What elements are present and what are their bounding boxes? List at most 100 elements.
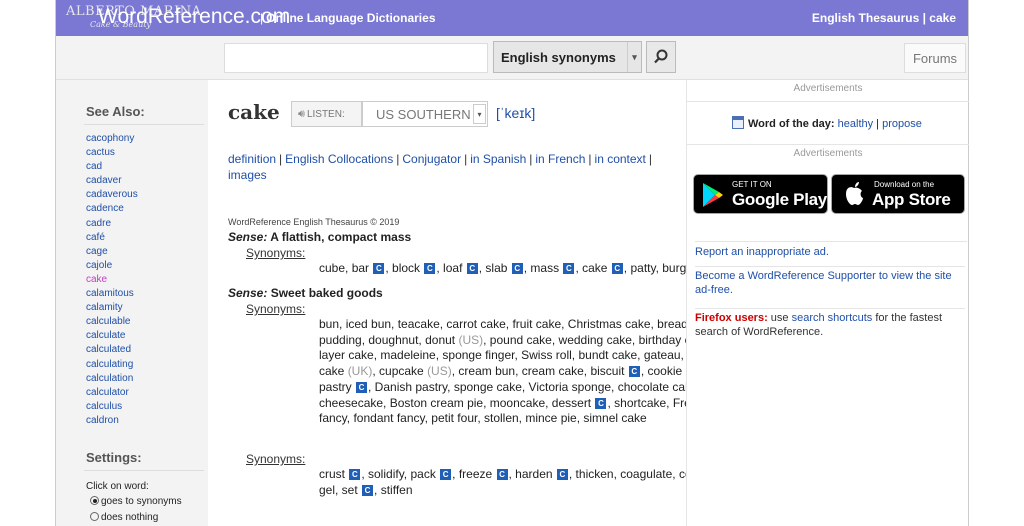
app-store-badge[interactable]: Download on the App Store [831,174,965,214]
thesaurus-word: cake [929,11,956,25]
divider [84,124,204,125]
synonym-list: crust C, solidify, pack C, freeze C, har… [319,467,725,497]
accent-select[interactable]: US SOUTHERN ▾ [362,101,488,127]
synonym-list: cube, bar C, block C, loaf C, slab C, ma… [319,261,697,275]
report-ad: Report an inappropriate ad. [695,241,967,258]
see-also-link[interactable]: calculate [86,330,125,341]
list-item: cad [86,160,138,174]
see-also-link[interactable]: cadence [86,203,124,214]
list-item: calculation [86,372,138,386]
see-also-link[interactable]: calculus [86,401,122,412]
see-also-link[interactable]: calculated [86,344,131,355]
search-input[interactable] [224,43,488,73]
thesaurus-credit: WordReference English Thesaurus © 2019 [228,217,400,227]
see-also-link[interactable]: cad [86,161,102,172]
related-links: definition | English Collocations | Conjugat… [228,152,653,182]
forums-button[interactable]: Forums [904,43,966,73]
synonyms-label: Synonyms: [246,302,306,316]
become-supporter-link[interactable]: Become a WordReference Supporter to view… [695,270,952,296]
headword: cake [228,100,280,124]
list-item: calculator [86,386,138,400]
apple-icon [846,182,863,205]
radio-does-nothing[interactable]: does nothing [90,512,158,523]
main-content: cake 🔊︎ LISTEN: US SOUTHERN ▾ [ˈkeɪk] defi… [208,80,724,526]
speaker-icon: 🔊︎ [298,108,305,120]
list-item: cage [86,245,138,259]
link-in-french[interactable]: in French [535,152,585,166]
list-item: café [86,231,138,245]
list-item: caldron [86,414,138,428]
list-item: calamitous [86,287,138,301]
tagline: | Online Language Dictionaries [260,11,436,25]
wotd-link[interactable]: healthy [838,118,873,130]
see-also-link[interactable]: calculable [86,316,130,327]
divider [84,470,204,471]
advertisements-label: Advertisements [687,83,969,102]
link-in-spanish[interactable]: in Spanish [470,152,526,166]
list-item: cadence [86,202,138,216]
see-also-link[interactable]: cadaver [86,175,122,186]
search-row: English synonyms ▾ Forums [56,36,968,80]
calendar-icon [732,116,744,129]
chevron-down-icon: ▾ [473,104,486,124]
link-definition[interactable]: definition [228,152,276,166]
see-also-link[interactable]: cage [86,246,108,257]
list-item: calamity [86,301,138,315]
firefox-tip: Firefox users: use search shortcuts for … [695,308,965,339]
propose-link[interactable]: propose [882,118,922,130]
see-also-link[interactable]: cadre [86,218,111,229]
list-item: cajole [86,259,138,273]
dictionary-select[interactable]: English synonyms ▾ [493,41,642,73]
sense-heading: Sense: Sweet baked goods [228,286,383,300]
advertisements-label: Advertisements [687,144,969,159]
list-item: calculus [86,400,138,414]
see-also-link[interactable]: calamitous [86,288,134,299]
list-item: cacophony [86,132,138,146]
see-also-list: cacophony cactus cad cadaver cadaverous … [86,132,138,428]
see-also-link[interactable]: café [86,232,105,243]
list-item: calculate [86,329,138,343]
link-images[interactable]: images [228,168,267,182]
list-item: cadaverous [86,188,138,202]
list-item: cadre [86,217,138,231]
search-button[interactable] [646,41,676,73]
settings-heading: Settings: [86,450,142,465]
see-also-link[interactable]: cacophony [86,133,134,144]
link-collocations[interactable]: English Collocations [285,152,393,166]
see-also-link[interactable]: cadaverous [86,189,138,200]
list-item: cactus [86,146,138,160]
word-of-the-day: Word of the day: healthy | propose [732,116,922,130]
see-also-heading: See Also: [86,104,145,119]
radio-empty-icon [90,512,99,521]
report-ad-link[interactable]: Report an inappropriate ad. [695,246,829,258]
right-column: Advertisements Word of the day: healthy … [686,80,969,526]
see-also-link[interactable]: cajole [86,260,112,271]
search-shortcuts-link[interactable]: search shortcuts [792,312,873,324]
see-also-link[interactable]: calamity [86,302,123,313]
list-item: calculated [86,343,138,357]
synonyms-label: Synonyms: [246,452,306,466]
google-play-icon [703,183,723,207]
see-also-link[interactable]: calculation [86,373,133,384]
link-in-context[interactable]: in context [595,152,646,166]
list-item: cake [86,273,138,287]
see-also-link[interactable]: cactus [86,147,115,158]
see-also-link[interactable]: calculator [86,387,129,398]
radio-goes-to-synonyms[interactable]: goes to synonyms [90,496,182,507]
see-also-current-link[interactable]: cake [86,274,107,285]
synonyms-label: Synonyms: [246,246,306,260]
ipa-pronunciation[interactable]: [ˈkeɪk] [496,105,535,121]
thesaurus-link[interactable]: English Thesaurus [812,11,919,25]
list-item: calculating [86,358,138,372]
sidebar: See Also: cacophony cactus cad cadaver c… [56,80,208,526]
listen-button[interactable]: 🔊︎ LISTEN: [291,101,362,127]
page-frame: ALBERTO MARINA Cake & Beauty WordReferen… [55,0,969,526]
link-conjugator[interactable]: Conjugator [402,152,461,166]
see-also-link[interactable]: calculating [86,359,133,370]
chevron-down-icon: ▾ [627,42,641,72]
list-item: calculable [86,315,138,329]
click-on-word-label: Click on word: [86,481,149,492]
see-also-link[interactable]: caldron [86,415,119,426]
radio-selected-icon [90,496,99,505]
google-play-badge[interactable]: GET IT ON Google Play [693,174,828,214]
